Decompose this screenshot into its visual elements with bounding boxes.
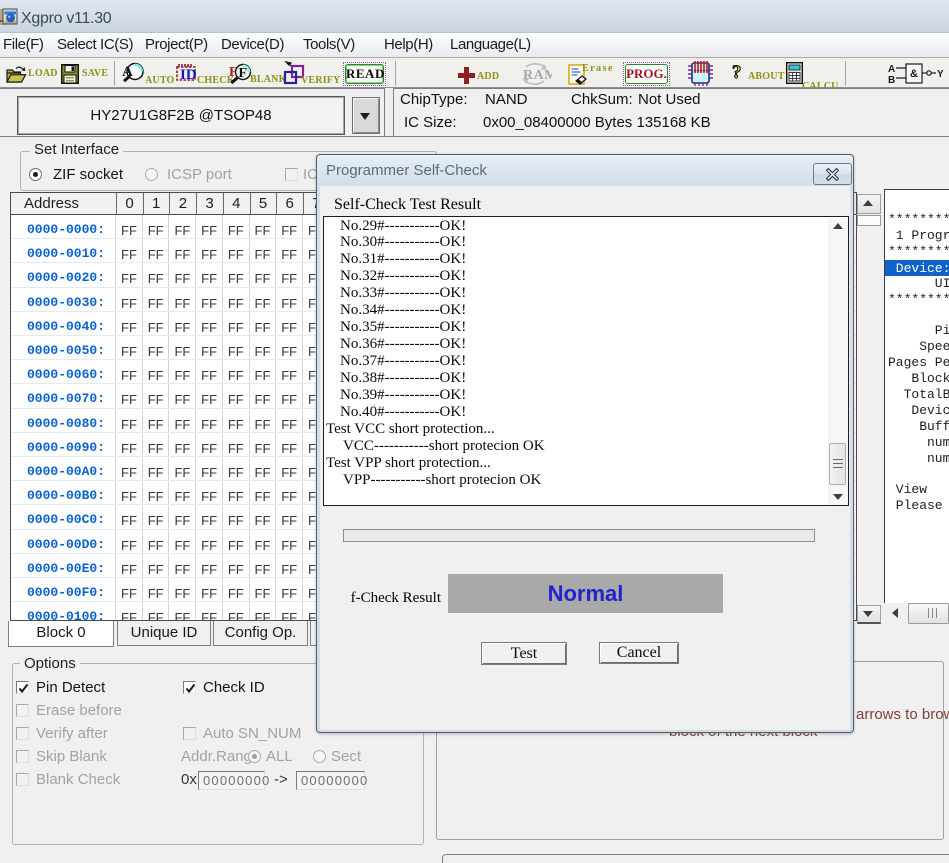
svg-text:A: A <box>888 64 895 75</box>
svg-text:Y: Y <box>937 69 943 80</box>
svg-text:B: B <box>888 75 895 86</box>
svg-text:ID: ID <box>180 67 197 83</box>
svg-text:RAM: RAM <box>523 68 552 83</box>
svg-text:&: & <box>910 68 918 80</box>
svg-text:F: F <box>239 66 248 81</box>
